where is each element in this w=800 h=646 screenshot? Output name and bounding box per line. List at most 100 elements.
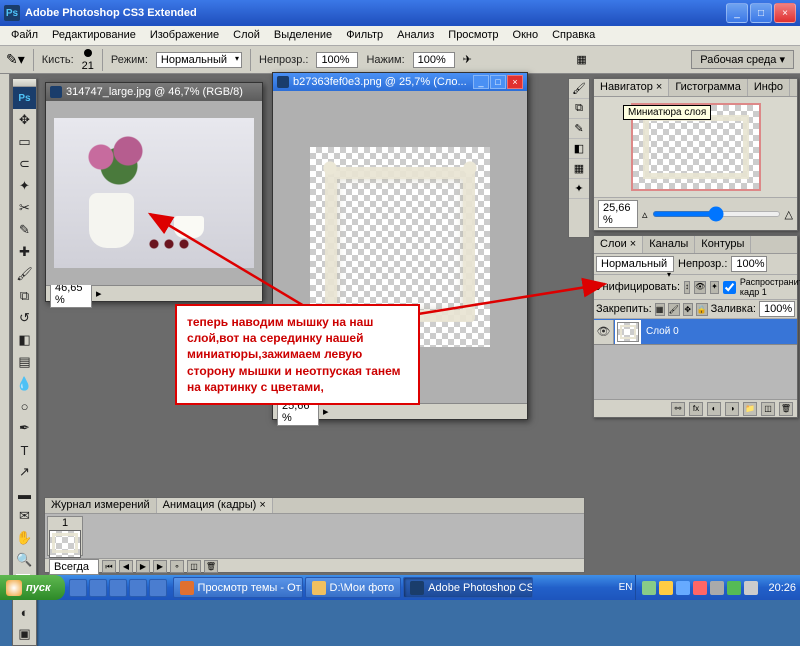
blur-tool[interactable]: 💧	[13, 373, 36, 395]
doc2-minimize[interactable]: _	[473, 75, 489, 89]
fill-input[interactable]: 100%	[759, 301, 795, 317]
delete-frame-icon[interactable]: 🗑	[204, 560, 218, 573]
lock-pos-icon[interactable]: ✥	[683, 303, 693, 316]
tab-info[interactable]: Инфо	[748, 79, 790, 96]
styles-icon[interactable]: ✦	[569, 179, 589, 199]
dodge-tool[interactable]: ○	[13, 395, 36, 417]
first-frame-icon[interactable]: ⏮	[102, 560, 116, 573]
quickmask-tool[interactable]: ◐	[13, 601, 36, 623]
tray-icon-5[interactable]	[710, 581, 724, 595]
menu-window[interactable]: Окно	[506, 26, 546, 45]
hand-tool[interactable]: ✋	[13, 527, 36, 549]
task-folder[interactable]: D:\Мои фото	[305, 577, 402, 598]
adjustment-icon[interactable]: ◑	[725, 402, 739, 416]
tray-icon-2[interactable]	[659, 581, 673, 595]
notes-tool[interactable]: ✉	[13, 505, 36, 527]
gradient-tool[interactable]: ▤	[13, 351, 36, 373]
type-tool[interactable]: T	[13, 439, 36, 461]
layer-thumbnail[interactable]	[617, 322, 639, 342]
play-icon[interactable]: ▶	[136, 560, 150, 573]
animation-frame-1[interactable]: 1 0 сек.	[47, 516, 83, 556]
tray-icon-3[interactable]	[676, 581, 690, 595]
ql-icon-5[interactable]	[149, 579, 167, 597]
ql-icon-1[interactable]	[69, 579, 87, 597]
new-layer-icon[interactable]: ◫	[761, 402, 775, 416]
lasso-tool[interactable]: ⊂	[13, 153, 36, 175]
tray-icon-6[interactable]	[727, 581, 741, 595]
brush-preview[interactable]: 21	[82, 48, 94, 72]
tool-presets-icon[interactable]: ✎	[569, 119, 589, 139]
tray-icon-1[interactable]	[642, 581, 656, 595]
menu-filter[interactable]: Фильтр	[339, 26, 390, 45]
group-icon[interactable]: 📁	[743, 402, 757, 416]
tab-animation[interactable]: Анимация (кадры) ×	[157, 498, 273, 513]
eyedropper-tool[interactable]: ✎	[13, 219, 36, 241]
crop-tool[interactable]: ✂	[13, 197, 36, 219]
tray-icon-4[interactable]	[693, 581, 707, 595]
zoom-tool[interactable]: 🔍	[13, 549, 36, 571]
close-button[interactable]: ×	[774, 3, 796, 23]
screenmode-tool[interactable]: ▣	[13, 623, 36, 645]
clock[interactable]: 20:26	[764, 582, 800, 594]
task-browser[interactable]: Просмотр темы - От...	[173, 577, 303, 598]
mask-icon[interactable]: ◐	[707, 402, 721, 416]
brush-tool[interactable]: 🖌	[13, 263, 36, 285]
menu-file[interactable]: Файл	[4, 26, 45, 45]
tab-layers[interactable]: Слои ×	[594, 236, 643, 253]
doc2-titlebar[interactable]: b27363fef0e3.png @ 25,7% (Сло... _ □ ×	[273, 73, 527, 91]
ql-icon-2[interactable]	[89, 579, 107, 597]
tab-measurements[interactable]: Журнал измерений	[45, 498, 157, 513]
workspace-button[interactable]: Рабочая среда ▾	[691, 50, 794, 69]
tab-channels[interactable]: Каналы	[643, 236, 695, 253]
maximize-button[interactable]: □	[750, 3, 772, 23]
menu-select[interactable]: Выделение	[267, 26, 339, 45]
ql-icon-4[interactable]	[129, 579, 147, 597]
unify-pos-icon[interactable]: ↕	[684, 281, 690, 294]
lock-trans-icon[interactable]: ▦	[655, 303, 665, 316]
move-tool[interactable]: ✥	[13, 109, 36, 131]
mode-dropdown[interactable]: Нормальный	[156, 52, 242, 68]
prev-frame-icon[interactable]: ◀	[119, 560, 133, 573]
left-dock-strip[interactable]	[0, 74, 10, 575]
opacity-input[interactable]: 100%	[316, 52, 358, 68]
menu-view[interactable]: Просмотр	[441, 26, 505, 45]
tab-paths[interactable]: Контуры	[695, 236, 751, 253]
doc2-maximize[interactable]: □	[490, 75, 506, 89]
delete-layer-icon[interactable]: 🗑	[779, 402, 793, 416]
eraser-tool[interactable]: ◧	[13, 329, 36, 351]
menu-edit[interactable]: Редактирование	[45, 26, 143, 45]
layer-opacity-input[interactable]: 100%	[731, 256, 767, 272]
tab-navigator[interactable]: Навигатор ×	[594, 79, 669, 96]
propagate-checkbox[interactable]	[723, 281, 736, 294]
wand-tool[interactable]: ✦	[13, 175, 36, 197]
pen-tool[interactable]: ✒	[13, 417, 36, 439]
zoom-slider[interactable]	[652, 211, 781, 217]
loop-dropdown[interactable]: Всегда	[49, 559, 99, 575]
navigator-zoom[interactable]: 25,66 %	[598, 200, 638, 228]
unify-style-icon[interactable]: ✦	[710, 281, 719, 294]
lock-pixels-icon[interactable]: 🖌	[668, 303, 680, 316]
unify-vis-icon[interactable]: 👁	[694, 281, 706, 294]
doc1-titlebar[interactable]: 314747_large.jpg @ 46,7% (RGB/8)	[46, 83, 262, 101]
stamp-tool[interactable]: ⧉	[13, 285, 36, 307]
start-button[interactable]: пуск	[0, 575, 65, 600]
next-frame-icon[interactable]: ▶	[153, 560, 167, 573]
fx-icon[interactable]: fx	[689, 402, 703, 416]
menu-analysis[interactable]: Анализ	[390, 26, 441, 45]
menu-image[interactable]: Изображение	[143, 26, 226, 45]
zoom-out-icon[interactable]: ▵	[642, 208, 648, 221]
lock-all-icon[interactable]: 🔒	[696, 303, 708, 316]
toolbox-grip[interactable]	[13, 79, 36, 87]
zoom-in-icon[interactable]: △	[785, 208, 793, 221]
marquee-tool[interactable]: ▭	[13, 131, 36, 153]
healing-tool[interactable]: ✚	[13, 241, 36, 263]
panel-toggle-icon[interactable]: ▦	[576, 53, 586, 66]
clone-icon[interactable]: ⧉	[569, 99, 589, 119]
blend-mode-dropdown[interactable]: Нормальный	[596, 256, 674, 272]
swatches-icon[interactable]: ▦	[569, 159, 589, 179]
new-frame-icon[interactable]: ◫	[187, 560, 201, 573]
task-photoshop[interactable]: Adobe Photoshop CS...	[403, 577, 533, 598]
color-icon[interactable]: ◧	[569, 139, 589, 159]
path-tool[interactable]: ↗	[13, 461, 36, 483]
ql-icon-3[interactable]	[109, 579, 127, 597]
